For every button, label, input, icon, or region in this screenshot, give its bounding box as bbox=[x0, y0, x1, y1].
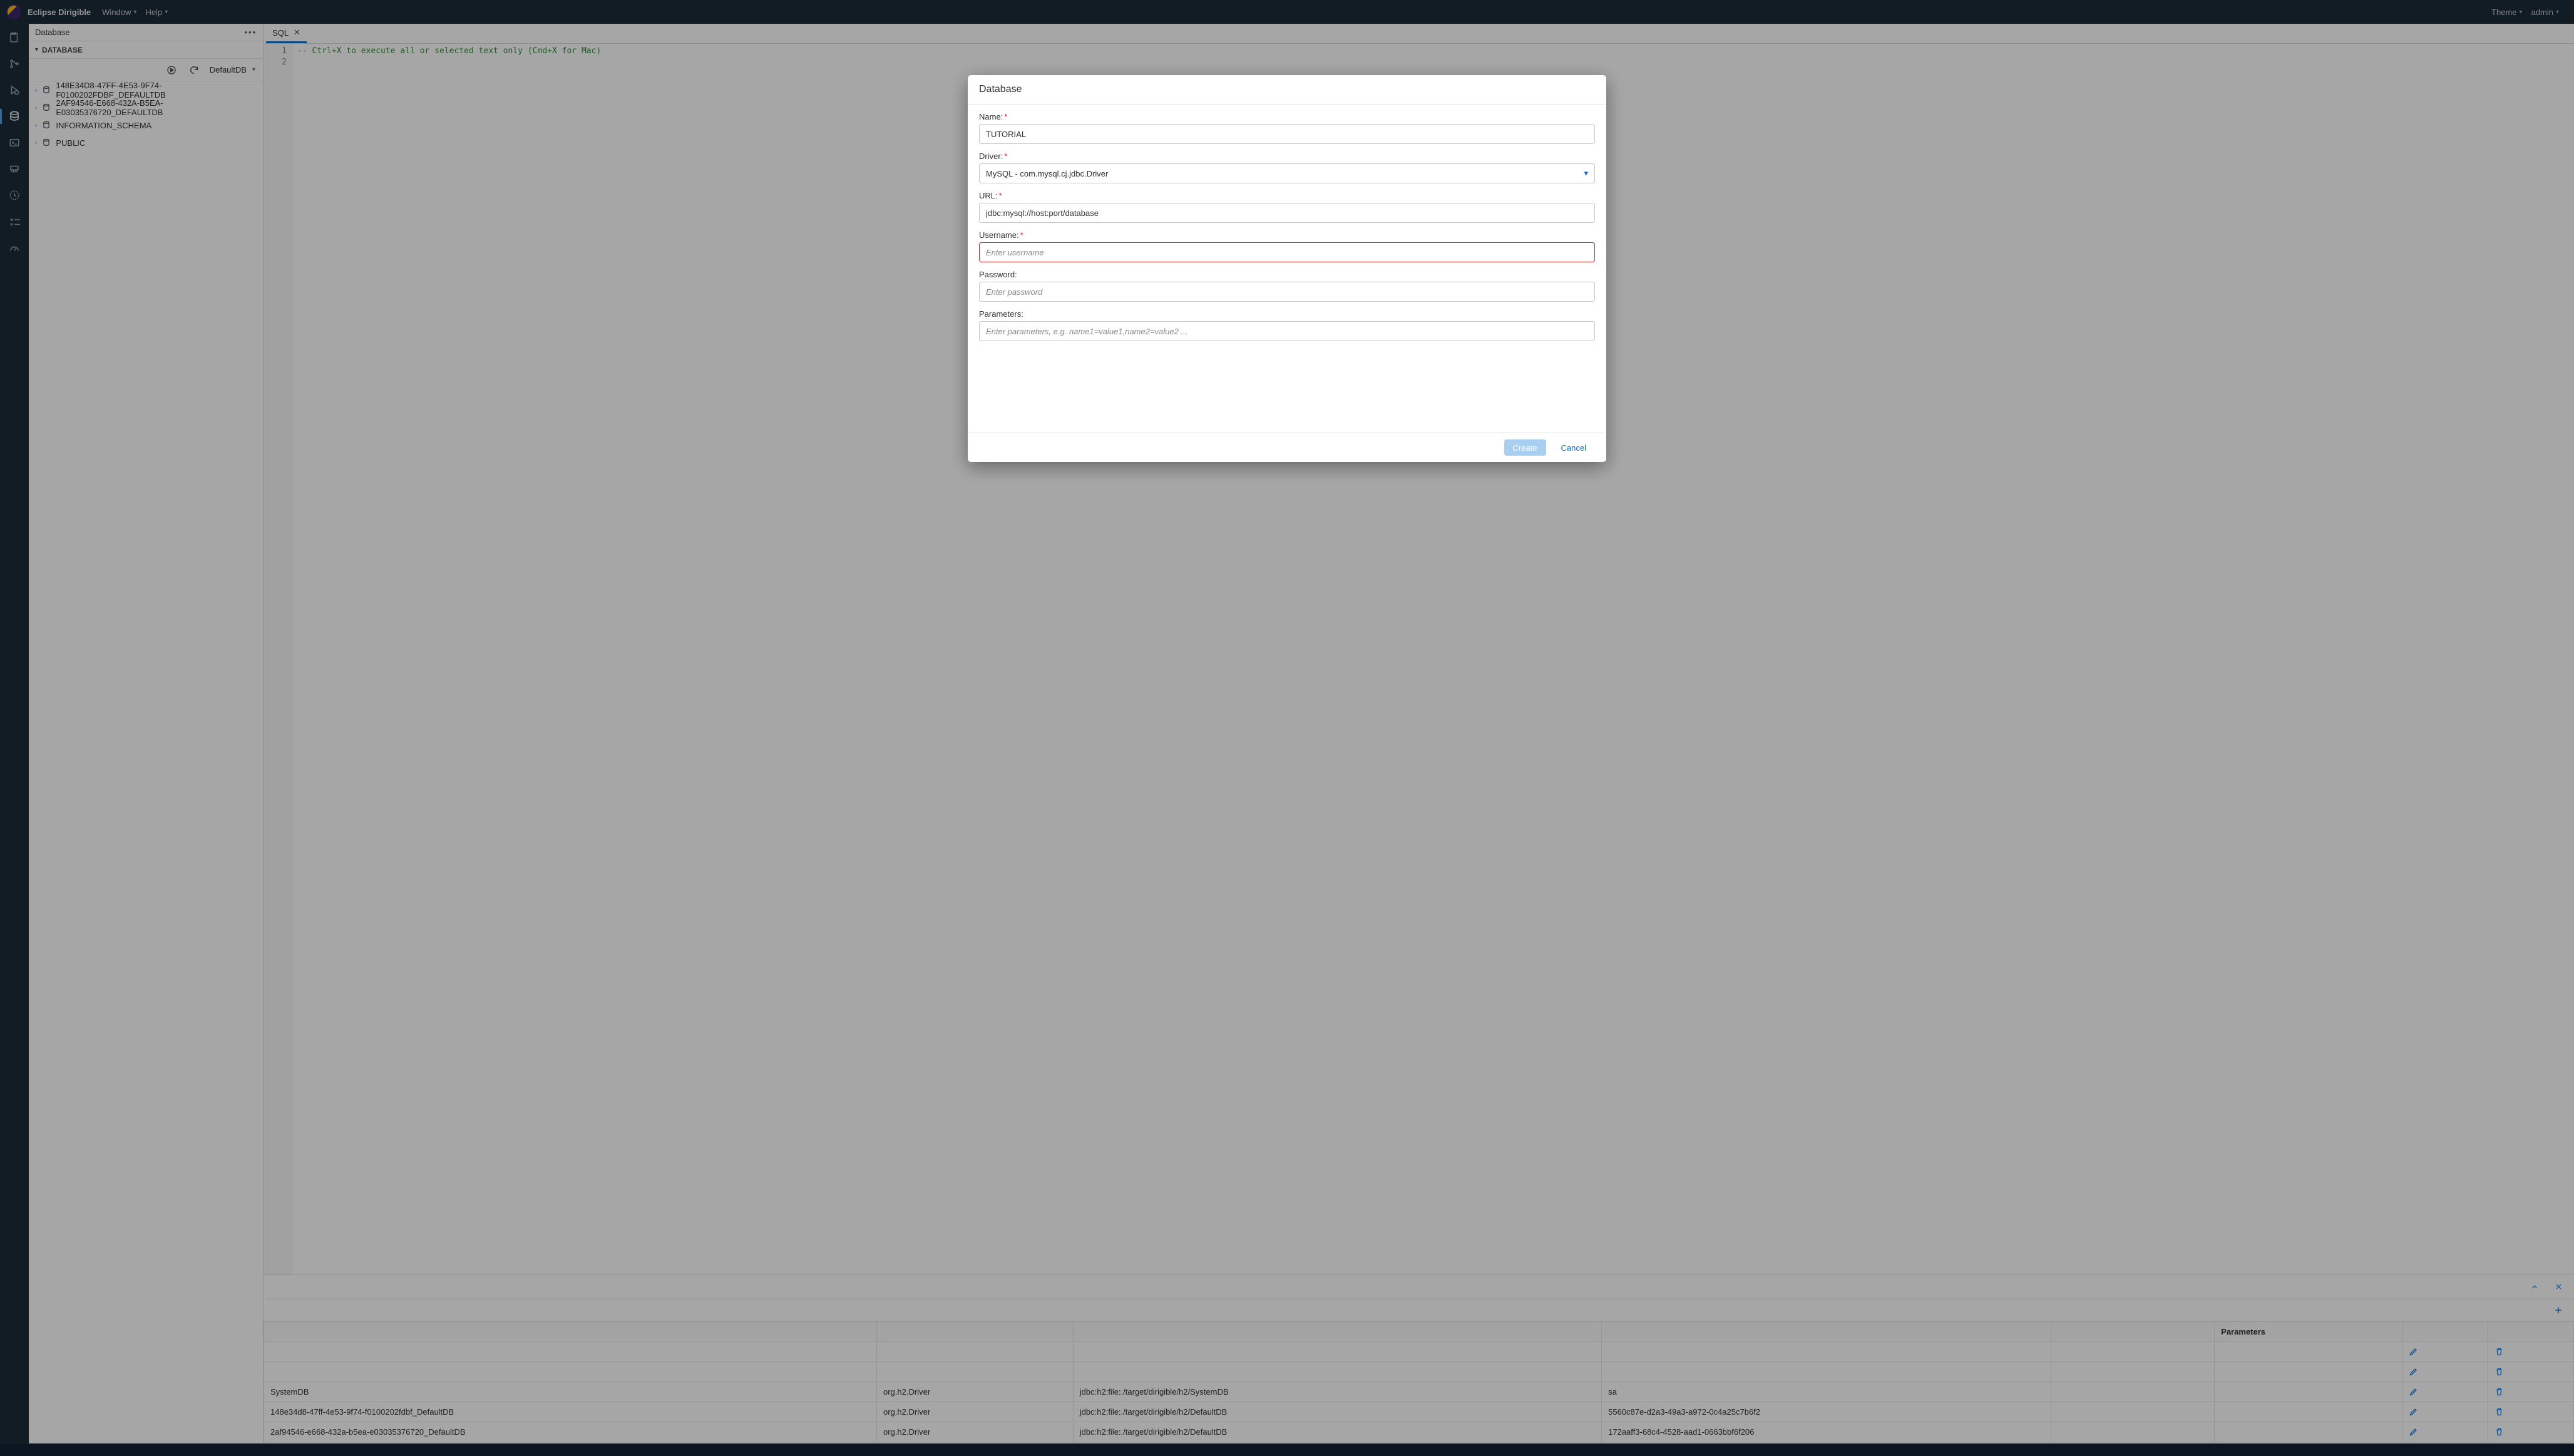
name-input[interactable] bbox=[979, 124, 1595, 144]
modal-overlay[interactable]: Database Name:* Driver:* MySQL - com.mys… bbox=[0, 0, 2574, 1456]
dialog-title: Database bbox=[968, 75, 1606, 105]
url-input[interactable] bbox=[979, 203, 1595, 223]
url-label: URL:* bbox=[979, 191, 1595, 200]
parameters-label: Parameters: bbox=[979, 309, 1595, 319]
required-mark: * bbox=[1004, 151, 1007, 161]
database-dialog: Database Name:* Driver:* MySQL - com.mys… bbox=[968, 75, 1606, 462]
required-mark: * bbox=[1020, 230, 1023, 240]
required-mark: * bbox=[999, 191, 1002, 200]
driver-label: Driver:* bbox=[979, 151, 1595, 161]
password-label: Password: bbox=[979, 270, 1595, 279]
driver-select[interactable]: MySQL - com.mysql.cj.jdbc.Driver ▾ bbox=[979, 163, 1595, 183]
parameters-input[interactable] bbox=[979, 321, 1595, 341]
cancel-button[interactable]: Cancel bbox=[1552, 439, 1595, 456]
name-label: Name:* bbox=[979, 112, 1595, 121]
chevron-down-icon: ▾ bbox=[1584, 168, 1588, 178]
driver-select-value: MySQL - com.mysql.cj.jdbc.Driver bbox=[986, 169, 1108, 178]
username-label: Username:* bbox=[979, 230, 1595, 240]
required-mark: * bbox=[1004, 112, 1007, 121]
username-input[interactable] bbox=[979, 242, 1595, 262]
dialog-body: Name:* Driver:* MySQL - com.mysql.cj.jdb… bbox=[968, 105, 1606, 433]
dialog-footer: Create Cancel bbox=[968, 433, 1606, 462]
password-input[interactable] bbox=[979, 282, 1595, 302]
create-button[interactable]: Create bbox=[1504, 439, 1546, 456]
